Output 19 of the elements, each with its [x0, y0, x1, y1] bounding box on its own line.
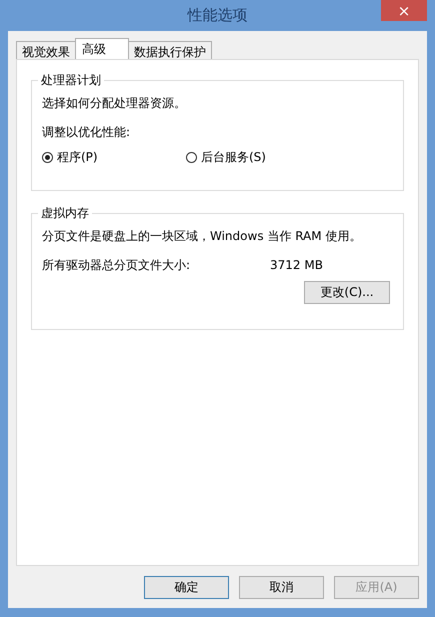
adjust-label: 调整以优化性能:: [42, 124, 132, 140]
radio-icon[interactable]: [186, 152, 197, 163]
radio-option[interactable]: 后台服务(S): [186, 149, 330, 166]
group-title: 处理器计划: [38, 72, 104, 89]
tab[interactable]: 数据执行保护: [128, 41, 212, 59]
group-title: 虚拟内存: [38, 205, 92, 222]
change-button[interactable]: 更改(C)...: [304, 281, 390, 304]
description-text: 选择如何分配处理器资源。: [42, 95, 187, 111]
radio-icon[interactable]: [42, 152, 53, 163]
description-text: 分页文件是硬盘上的一块区域，Windows 当作 RAM 使用。: [42, 228, 362, 244]
close-button[interactable]: ×: [381, 0, 427, 21]
tab[interactable]: 高级: [75, 38, 129, 59]
radio-option[interactable]: 程序(P): [42, 149, 186, 166]
dialog-button[interactable]: 确定: [144, 576, 229, 599]
total-value: 3712 MB: [270, 257, 323, 273]
total-label: 所有驱动器总分页文件大小:: [42, 257, 192, 273]
window-title: 性能选项: [188, 6, 248, 25]
dialog-button[interactable]: 取消: [239, 576, 324, 599]
tab[interactable]: 视觉效果: [16, 41, 76, 59]
